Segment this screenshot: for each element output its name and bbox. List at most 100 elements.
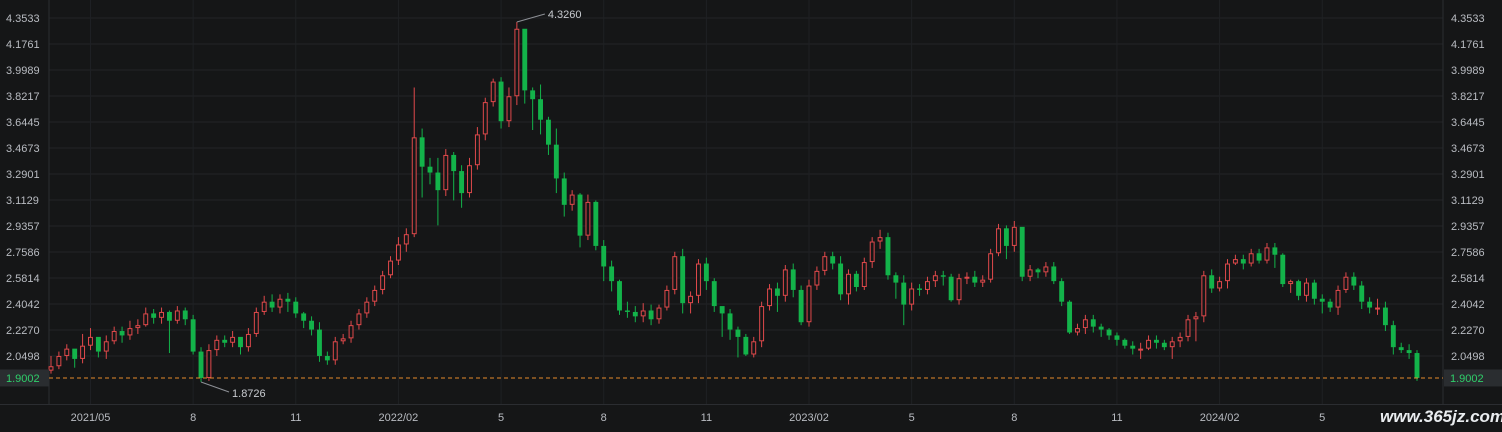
candle [1406,344,1412,359]
candle [222,335,228,348]
candle [174,306,180,324]
candle-body [1288,281,1294,285]
candle [1264,242,1270,264]
y-tick-left: 2.5814 [6,273,40,285]
candle [1382,301,1388,332]
candle-body [1311,282,1317,299]
candle-body [1011,226,1017,246]
candle-body [1304,282,1309,296]
candle [245,328,251,352]
candle-body [1280,254,1286,285]
candle [727,309,733,340]
y-tick-right: 3.2901 [1451,169,1485,181]
y-tick-right: 2.0498 [1451,351,1485,363]
candle [1075,323,1080,336]
candle [672,251,678,295]
candle-body [893,275,899,283]
y-tick-right: 3.6445 [1451,117,1485,129]
candle [719,306,725,337]
candle-body [1075,328,1080,333]
candle-body [624,310,630,312]
candle [253,307,259,337]
candle [1019,226,1025,282]
candle-body [1327,301,1333,308]
candle [467,157,472,198]
candle [577,193,583,248]
candle-body [1296,281,1302,296]
y-tick-right: 2.9357 [1451,221,1485,233]
candle [1327,298,1333,312]
candle [166,310,172,354]
candle-body [601,245,607,267]
candle [56,351,62,370]
candle-body [127,328,133,336]
candle-body [830,256,836,264]
candle-body [135,325,141,329]
candle-body [672,256,678,290]
chart-canvas[interactable]: 4.3533 4.3533 4.1761 4.1761 3.9989 3.9989 3.82… [0,0,1502,432]
candle [932,270,938,288]
candle [988,248,994,283]
candle [119,326,125,343]
candle [1185,314,1191,342]
candle-body [506,96,512,122]
y-tick-left: 3.8217 [6,91,40,103]
candle-body [1185,319,1191,337]
candle [395,237,401,265]
candle [1146,335,1151,351]
candle-body [688,295,694,304]
candle-body [767,288,772,307]
candle [301,311,307,329]
candle [111,326,117,345]
candle-body [48,366,54,371]
candle [522,28,528,104]
y-tick-right: 2.7586 [1451,247,1485,259]
candle [443,149,449,197]
candle [711,278,717,312]
candle-body [332,341,338,361]
candle [309,316,315,336]
y-tick-left: 3.9989 [6,65,40,77]
candle-body [1090,319,1096,327]
candle-body [1169,341,1175,348]
candle [427,157,433,185]
candle [664,285,670,311]
candle [585,194,591,241]
candle [182,307,188,326]
candle-body [798,289,804,323]
candle [1390,320,1396,355]
candle [1240,254,1246,270]
candlestick-chart: 4.3533 4.3533 4.1761 4.1761 3.9989 3.9989 3.82… [0,0,1502,432]
candle [324,351,330,365]
candle [317,322,322,362]
candle [277,294,283,314]
candle [1177,332,1183,348]
candle-body [1414,353,1420,378]
candle [1130,341,1136,355]
candle-body [1398,347,1404,351]
candle-body [419,137,425,167]
candle [632,306,638,323]
candle-body [1319,298,1325,302]
candle-body [498,81,504,122]
candle [774,282,780,312]
candle-body [174,310,180,321]
candle-body [774,288,780,296]
candle-body [1177,336,1183,342]
candle [885,232,891,280]
candle [1035,267,1041,279]
candle-body [932,275,938,282]
candle-body [238,336,243,348]
candle-body [1382,307,1388,326]
candle-body [80,345,86,359]
candle-body [1138,348,1144,351]
high-annotation: 4.3260 [548,9,582,21]
y-tick-left: 2.4042 [6,299,40,311]
candle [1067,300,1073,334]
candle-body [190,319,196,352]
x-tick-label: 2024/02 [1200,412,1240,424]
candle [143,307,149,327]
x-tick-label: 5 [1319,412,1325,424]
candle [972,270,978,288]
candle-body [1359,285,1365,302]
